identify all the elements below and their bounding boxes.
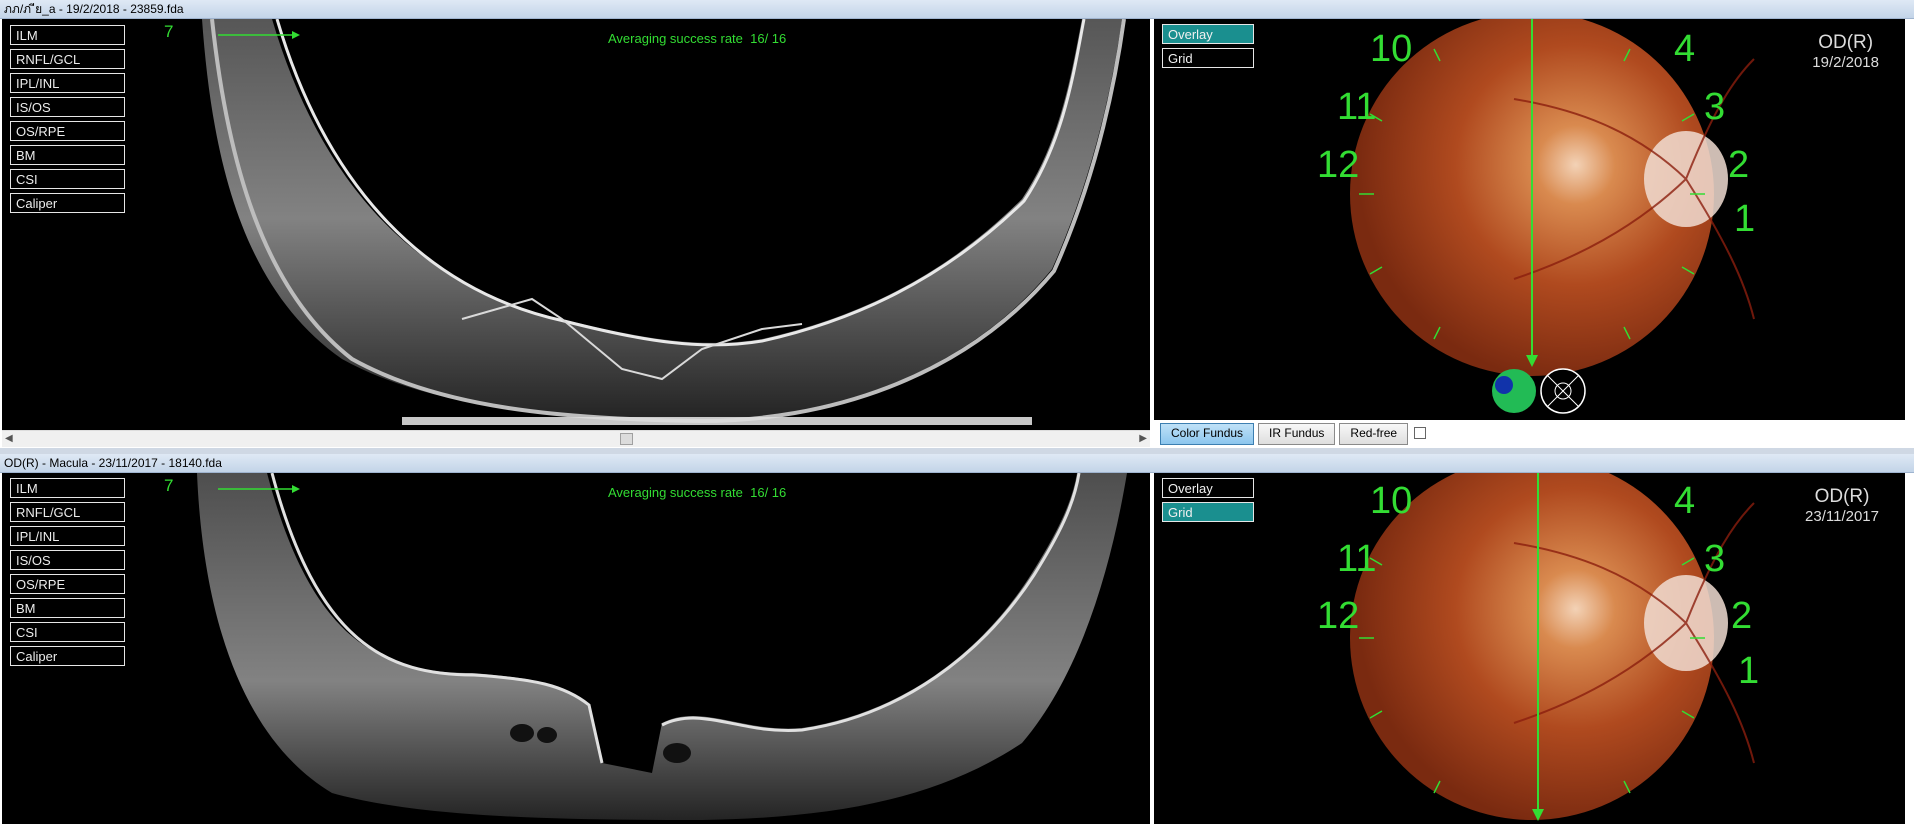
grid-button[interactable]: Grid: [1162, 48, 1254, 68]
top-title-bar: ภภ/ภ ีย_a - 19/2/2018 - 23859.fda: [0, 0, 1914, 19]
oct-horizontal-scrollbar[interactable]: ◀ ▶: [2, 430, 1150, 447]
top-oct-bscan[interactable]: 7 Averaging success rate 16/ 16 ILM RNFL…: [2, 19, 1150, 430]
averaging-success-rate: Averaging success rate 16/ 16: [608, 31, 786, 46]
layer-button-os-rpe[interactable]: OS/RPE: [10, 121, 125, 141]
clock-number-11: 11: [1337, 538, 1376, 580]
clock-number-3: 3: [1704, 86, 1725, 128]
bottom-fundus-panel: 10 11 12 4 3 2 1 Overlay Grid OD(R) 23/1…: [1154, 473, 1905, 824]
clock-number-4: 4: [1674, 28, 1695, 70]
layer-button-os-rpe[interactable]: OS/RPE: [10, 574, 125, 594]
scroll-left-arrow-icon[interactable]: ◀: [5, 431, 13, 447]
fundus-checkbox[interactable]: [1414, 426, 1427, 439]
clock-number-11: 11: [1337, 86, 1376, 128]
overlay-button[interactable]: Overlay: [1162, 478, 1254, 498]
layer-button-bm[interactable]: BM: [10, 598, 125, 618]
layer-button-caliper[interactable]: Caliper: [10, 646, 125, 666]
averaging-label: Averaging success rate: [608, 485, 743, 500]
clock-number-2: 2: [1731, 595, 1752, 637]
scan-number-label: 7: [164, 476, 174, 495]
layer-button-ilm[interactable]: ILM: [10, 478, 125, 498]
clock-number-2: 2: [1728, 144, 1749, 186]
tab-red-free[interactable]: Red-free: [1339, 423, 1409, 445]
bottom-title-bar: OD(R) - Macula - 23/11/2017 - 18140.fda: [0, 454, 1914, 473]
exam-date-label: 19/2/2018: [1812, 54, 1879, 71]
scroll-thumb[interactable]: [620, 433, 633, 445]
layer-button-rnfl-gcl[interactable]: RNFL/GCL: [10, 502, 125, 522]
bottom-oct-bscan[interactable]: 7 Averaging success rate 16/ 16 ILM RNFL…: [2, 473, 1150, 824]
top-fundus-image[interactable]: 10 11 12 4 3 2 1: [1154, 19, 1905, 420]
clock-number-1: 1: [1738, 650, 1759, 692]
layer-button-ipl-inl[interactable]: IPL/INL: [10, 526, 125, 546]
layer-button-csi[interactable]: CSI: [10, 622, 125, 642]
layer-button-rnfl-gcl[interactable]: RNFL/GCL: [10, 49, 125, 69]
grid-button[interactable]: Grid: [1162, 502, 1254, 522]
layer-button-is-os[interactable]: IS/OS: [10, 550, 125, 570]
layer-button-is-os[interactable]: IS/OS: [10, 97, 125, 117]
clock-number-10: 10: [1370, 480, 1412, 522]
top-eye-info: OD(R) 19/2/2018: [1812, 32, 1879, 71]
clock-number-10: 10: [1370, 28, 1412, 70]
clock-number-12: 12: [1317, 595, 1359, 637]
averaging-value: 16/ 16: [750, 31, 787, 46]
top-fundus-panel: 10 11 12 4 3 2 1 Overlay Grid OD(R) 19/2…: [1154, 19, 1905, 420]
tab-color-fundus[interactable]: Color Fundus: [1160, 423, 1255, 445]
layer-button-caliper[interactable]: Caliper: [10, 193, 125, 213]
layer-button-csi[interactable]: CSI: [10, 169, 125, 189]
clock-number-1: 1: [1734, 198, 1755, 240]
scroll-right-arrow-icon[interactable]: ▶: [1139, 431, 1147, 447]
clock-number-4: 4: [1674, 480, 1695, 522]
top-oct-image: [202, 19, 1126, 425]
eye-side-label: OD(R): [1818, 32, 1874, 53]
tab-ir-fundus[interactable]: IR Fundus: [1258, 423, 1336, 445]
averaging-success-rate: Averaging success rate 16/ 16: [608, 485, 786, 500]
eye-side-label: OD(R): [1814, 486, 1870, 507]
bottom-oct-image: [197, 473, 1127, 820]
bottom-title-text: OD(R) - Macula - 23/11/2017 - 18140.fda: [4, 456, 222, 470]
exam-date-label: 23/11/2017: [1805, 508, 1879, 525]
bottom-fundus-image[interactable]: 10 11 12 4 3 2 1: [1154, 473, 1905, 824]
layer-list: ILM RNFL/GCL IPL/INL IS/OS OS/RPE BM CSI…: [10, 25, 125, 217]
layer-list: ILM RNFL/GCL IPL/INL IS/OS OS/RPE BM CSI…: [10, 478, 125, 670]
clock-number-12: 12: [1317, 144, 1359, 186]
fundus-mode-tabs: Color Fundus IR Fundus Red-free: [1160, 423, 1427, 445]
layer-button-ipl-inl[interactable]: IPL/INL: [10, 73, 125, 93]
layer-button-ilm[interactable]: ILM: [10, 25, 125, 45]
averaging-value: 16/ 16: [750, 485, 787, 500]
bottom-eye-info: OD(R) 23/11/2017: [1805, 486, 1879, 525]
top-title-text: ภภ/ภ ีย_a - 19/2/2018 - 23859.fda: [4, 2, 184, 16]
scan-number-label: 7: [164, 22, 174, 41]
overlay-button[interactable]: Overlay: [1162, 24, 1254, 44]
layer-button-bm[interactable]: BM: [10, 145, 125, 165]
clock-number-3: 3: [1704, 538, 1725, 580]
averaging-label: Averaging success rate: [608, 31, 743, 46]
